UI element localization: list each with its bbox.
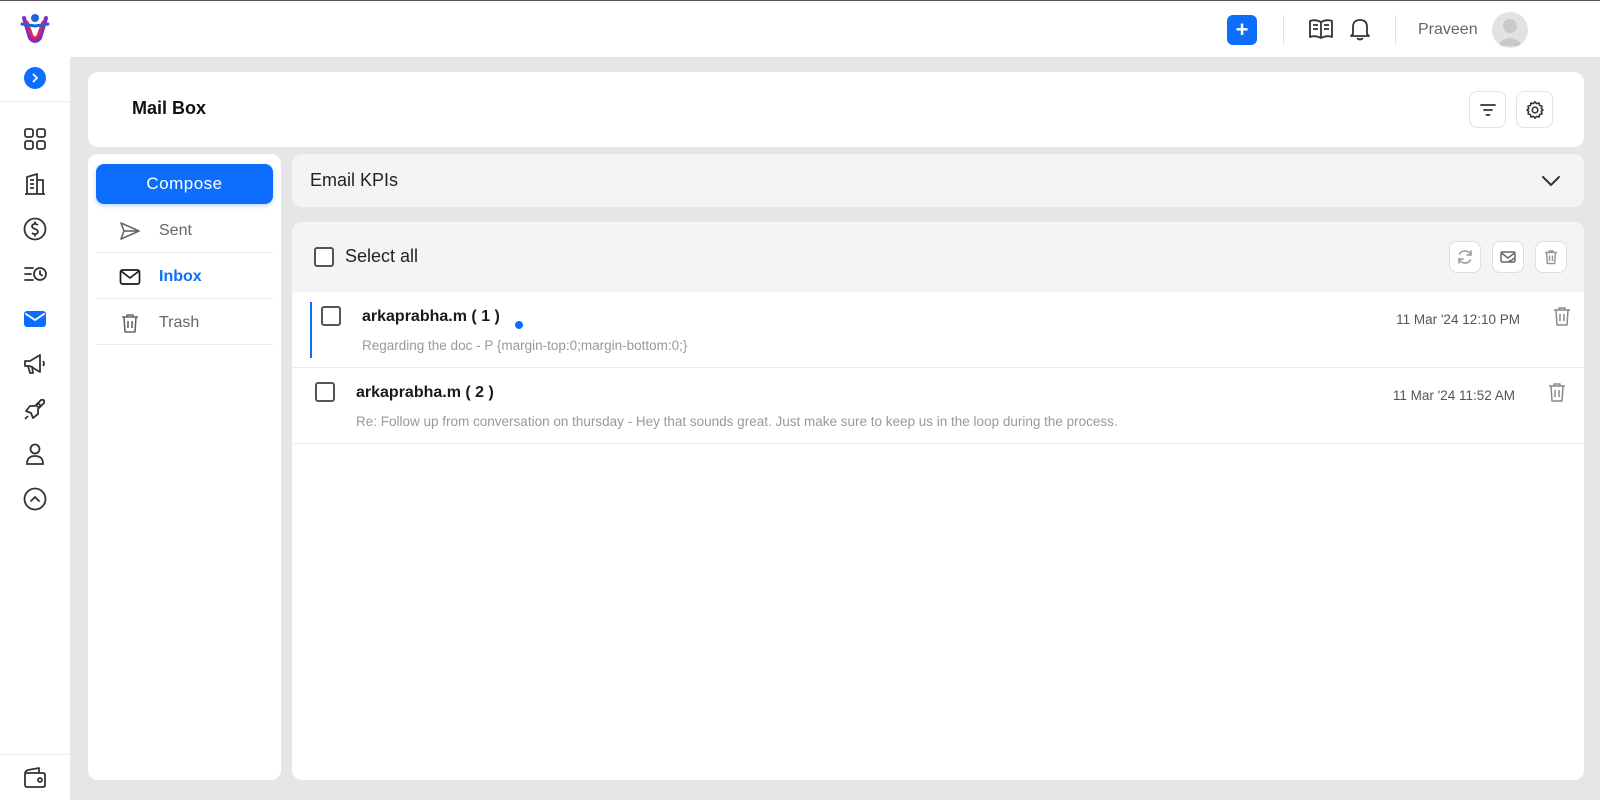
inbox-icon (119, 266, 141, 288)
email-checkbox[interactable] (315, 382, 335, 402)
side-nav (0, 57, 71, 800)
user-icon[interactable] (20, 439, 50, 469)
user-avatar[interactable] (1492, 12, 1528, 48)
wallet-icon[interactable] (20, 763, 50, 793)
filter-icon (1479, 101, 1497, 119)
page-title: Mail Box (132, 98, 207, 118)
unread-indicator-bar (310, 302, 312, 358)
folder-label: Trash (159, 314, 200, 331)
gear-icon (1525, 100, 1545, 120)
divider (0, 101, 71, 102)
top-bar: + Praveen (0, 0, 1600, 57)
chevron-up-circle-icon[interactable] (20, 484, 50, 514)
accordion-title: Email KPIs (310, 170, 399, 190)
refresh-icon (1456, 248, 1474, 266)
add-button[interactable]: + (1227, 15, 1257, 45)
divider (1395, 15, 1396, 45)
dashboard-grid-icon[interactable] (20, 124, 50, 154)
email-checkbox[interactable] (321, 306, 341, 326)
mail-list-panel: Select all arkaprabha.m (1) Regarding … (292, 222, 1584, 780)
mail-icon[interactable] (20, 304, 50, 334)
rocket-icon[interactable] (20, 394, 50, 424)
send-icon (119, 220, 141, 242)
refresh-button[interactable] (1449, 241, 1481, 273)
folder-trash[interactable]: Trash (96, 299, 273, 345)
username[interactable]: Praveen (1418, 21, 1478, 39)
mark-read-button[interactable] (1492, 241, 1524, 273)
trash-icon[interactable] (1550, 304, 1574, 328)
folder-sent[interactable]: Sent (96, 207, 273, 253)
divider (0, 754, 71, 755)
select-all-checkbox[interactable] (314, 247, 334, 267)
delete-selected-button[interactable] (1535, 241, 1567, 273)
email-row[interactable]: arkaprabha.m ( 1 ) Regarding the doc - P… (292, 292, 1584, 368)
expand-sidebar-button[interactable] (24, 67, 46, 89)
email-kpis-accordion[interactable]: Email KPIs (292, 154, 1584, 207)
trash-icon[interactable] (1545, 380, 1569, 404)
dollar-icon[interactable] (20, 214, 50, 244)
compose-button[interactable]: Compose (96, 164, 273, 204)
unread-dot (515, 321, 523, 329)
folder-label: Sent (159, 222, 192, 239)
bell-icon[interactable] (1346, 15, 1374, 43)
email-date: 11 Mar '24 12:10 PM (1396, 312, 1520, 327)
folder-panel: Compose Sent Inbox Trash (88, 154, 281, 780)
mail-check-icon (1499, 248, 1517, 266)
email-preview: Re: Follow up from conversation on thurs… (356, 414, 1118, 429)
email-sender: arkaprabha.m ( 2 ) (356, 384, 494, 401)
trash-icon (119, 312, 141, 334)
chevron-down-icon[interactable] (1540, 170, 1562, 192)
building-icon[interactable] (20, 169, 50, 199)
settings-button[interactable] (1516, 91, 1553, 128)
schedule-list-icon[interactable] (20, 259, 50, 289)
book-icon[interactable] (1307, 15, 1335, 43)
email-row[interactable]: arkaprabha.m ( 2 ) Re: Follow up from co… (292, 368, 1584, 444)
megaphone-icon[interactable] (20, 349, 50, 379)
list-toolbar: Select all (292, 222, 1584, 292)
divider (1283, 15, 1284, 45)
filter-button[interactable] (1469, 91, 1506, 128)
email-sender: arkaprabha.m ( 1 ) (362, 308, 500, 325)
folder-inbox[interactable]: Inbox (96, 253, 273, 299)
trash-icon (1542, 248, 1560, 266)
page-header: Mail Box (88, 72, 1584, 147)
select-all-label[interactable]: Select all (345, 246, 418, 267)
app-logo[interactable] (18, 12, 52, 46)
folder-label: Inbox (159, 268, 202, 285)
email-date: 11 Mar '24 11:52 AM (1392, 388, 1515, 403)
email-preview: Regarding the doc - P {margin-top:0;marg… (362, 338, 688, 353)
